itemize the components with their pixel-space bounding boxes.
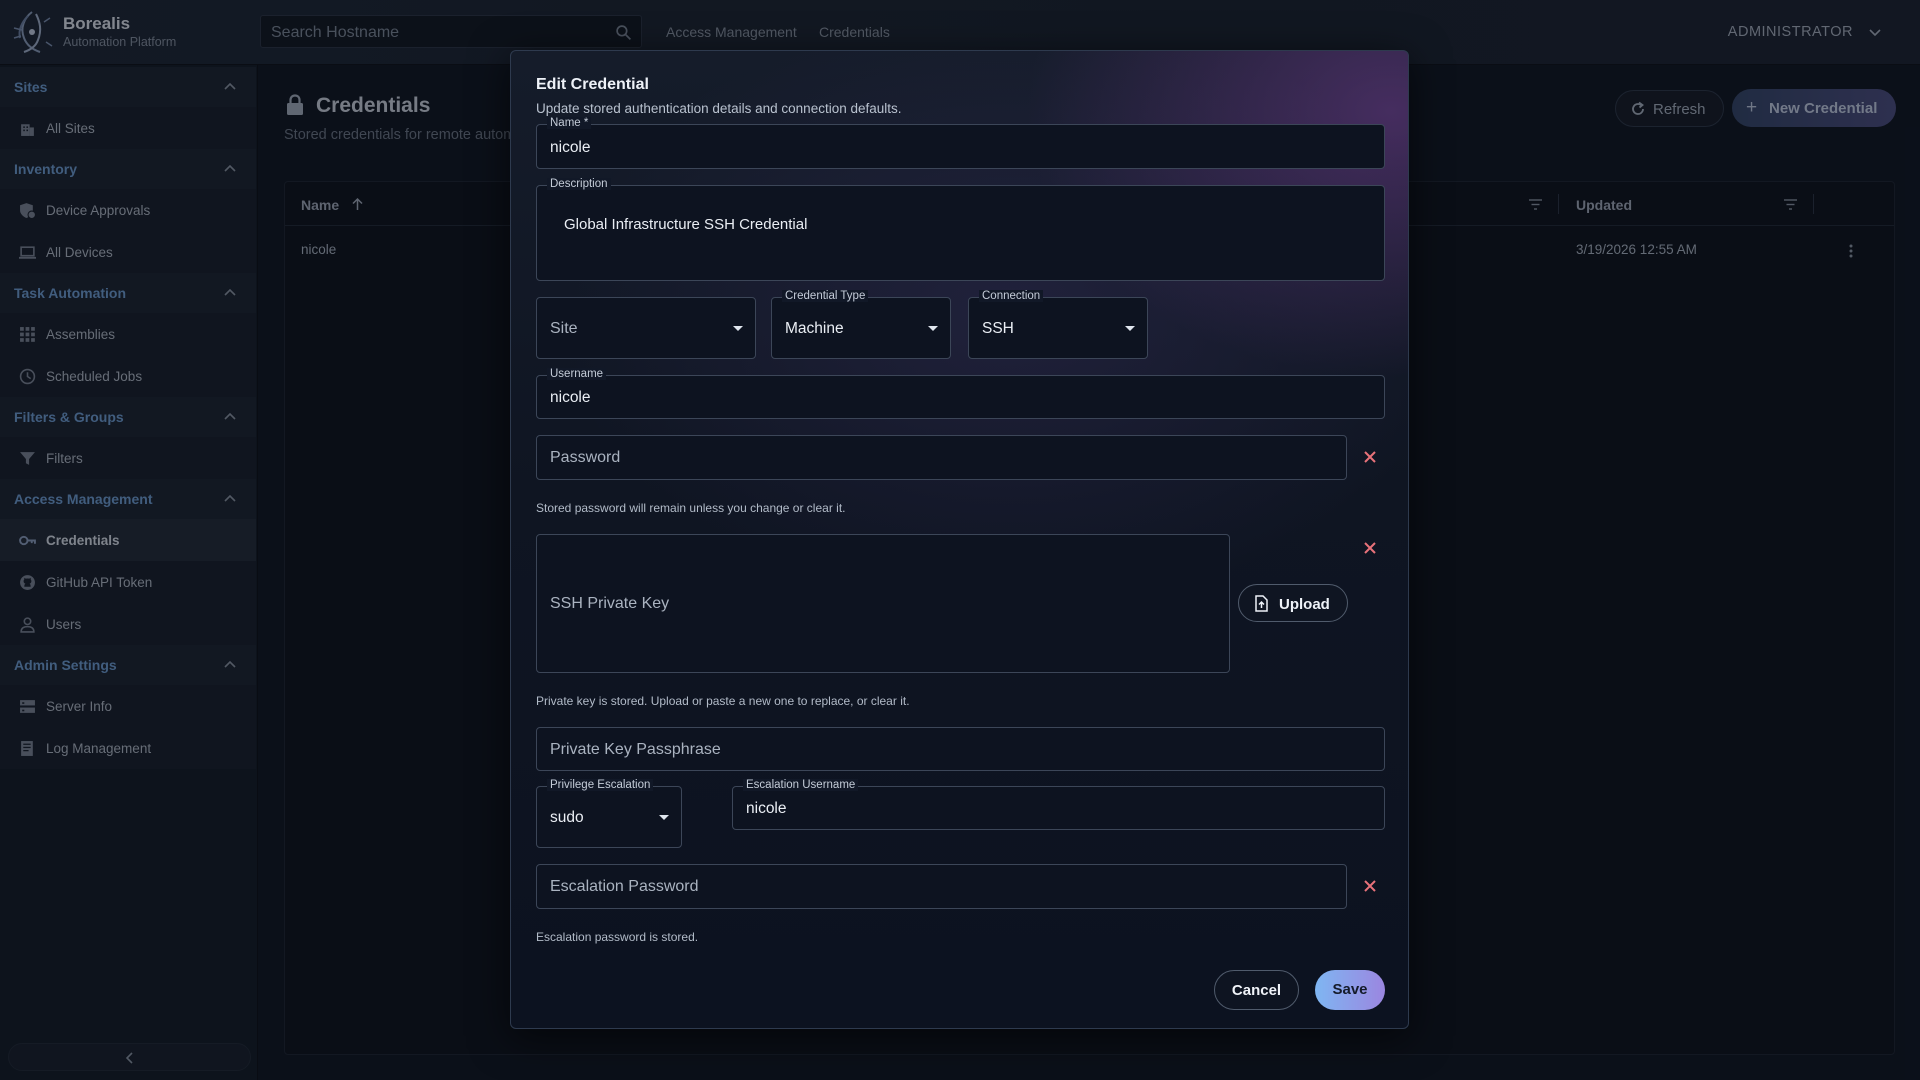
username-field[interactable]: Username nicole <box>536 368 1385 419</box>
ssh-key-helper: Private key is stored. Upload or paste a… <box>536 694 910 708</box>
credential-type-value: Machine <box>785 320 844 337</box>
connection-value: SSH <box>982 320 1014 337</box>
cancel-button[interactable]: Cancel <box>1214 970 1299 1010</box>
file-upload-icon <box>1255 595 1268 612</box>
privilege-escalation-label: Privilege Escalation <box>547 779 654 791</box>
escalation-username-value: nicole <box>746 800 787 817</box>
ssh-key-placeholder: SSH Private Key <box>550 595 670 612</box>
escalation-password-helper: Escalation password is stored. <box>536 930 699 944</box>
password-field[interactable]: Password <box>536 435 1347 480</box>
caret-down-icon <box>1125 326 1135 331</box>
clear-ssh-key-icon[interactable] <box>1362 540 1378 556</box>
credential-type-select[interactable]: Credential Type Machine <box>771 290 951 359</box>
clear-password-icon[interactable] <box>1362 449 1378 465</box>
clear-escalation-password-icon[interactable] <box>1362 878 1378 894</box>
dialog-subtitle: Update stored authentication details and… <box>536 101 902 116</box>
ssh-private-key-field[interactable]: SSH Private Key <box>536 534 1230 673</box>
site-placeholder: Site <box>550 320 578 337</box>
dialog-title: Edit Credential <box>536 76 649 93</box>
username-value: nicole <box>550 389 591 406</box>
username-label: Username <box>547 368 607 380</box>
passphrase-placeholder: Private Key Passphrase <box>550 741 721 758</box>
save-button[interactable]: Save <box>1315 970 1385 1010</box>
escalation-username-label: Escalation Username <box>743 779 859 791</box>
caret-down-icon <box>928 326 938 331</box>
escalation-username-field[interactable]: Escalation Username nicole <box>732 779 1385 830</box>
escalation-password-placeholder: Escalation Password <box>550 878 699 895</box>
password-helper: Stored password will remain unless you c… <box>536 501 846 515</box>
description-label: Description <box>547 178 611 190</box>
site-select[interactable]: Site <box>536 297 756 359</box>
privilege-escalation-select[interactable]: Privilege Escalation sudo <box>536 779 682 848</box>
name-label: Name * <box>547 117 592 129</box>
escalation-password-field[interactable]: Escalation Password <box>536 864 1347 909</box>
edit-credential-dialog: Edit Credential Update stored authentica… <box>510 50 1409 1029</box>
credential-type-label: Credential Type <box>782 290 869 302</box>
privilege-escalation-value: sudo <box>550 809 584 826</box>
caret-down-icon <box>733 326 743 331</box>
upload-button[interactable]: Upload <box>1238 584 1348 622</box>
passphrase-field[interactable]: Private Key Passphrase <box>536 727 1385 771</box>
name-field[interactable]: Name * nicole <box>536 117 1385 169</box>
description-field[interactable]: Description Global Infrastructure SSH Cr… <box>536 178 1385 281</box>
connection-label: Connection <box>979 290 1044 302</box>
connection-select[interactable]: Connection SSH <box>968 290 1148 359</box>
password-placeholder: Password <box>550 449 621 466</box>
description-value: Global Infrastructure SSH Credential <box>564 216 808 233</box>
name-value: nicole <box>550 139 591 156</box>
caret-down-icon <box>659 815 669 820</box>
